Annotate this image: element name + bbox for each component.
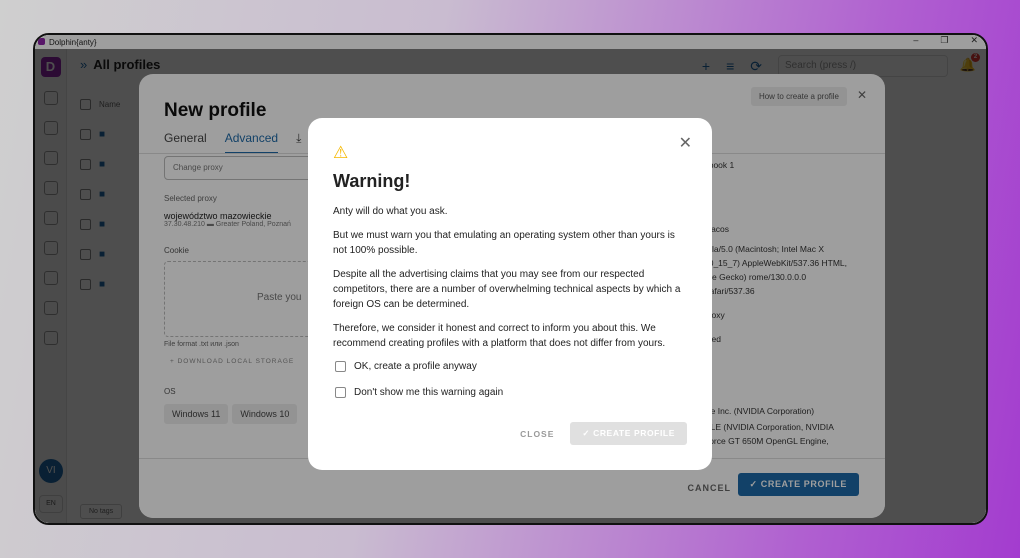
warning-text: Anty will do what you ask. <box>333 206 448 217</box>
checkbox-box[interactable] <box>335 387 346 398</box>
create-anyway-checkbox[interactable]: OK, create a profile anyway <box>335 361 687 372</box>
warning-dialog: ✕ ⚠ Warning! Anty will do what you ask. … <box>308 118 712 470</box>
warning-icon: ⚠ <box>333 143 349 162</box>
close-button[interactable]: CLOSE <box>520 429 554 439</box>
dialog-create-profile-button[interactable]: ✓ CREATE PROFILE <box>570 422 687 445</box>
dialog-title: Warning! <box>333 171 411 191</box>
close-dialog-icon[interactable]: ✕ <box>679 133 692 153</box>
checkbox-box[interactable] <box>335 361 346 372</box>
warning-text: Therefore, we consider it honest and cor… <box>333 323 666 349</box>
warning-text: Despite all the advertising claims that … <box>333 269 681 310</box>
dont-show-again-checkbox[interactable]: Don't show me this warning again <box>335 387 687 398</box>
checkbox-label: OK, create a profile anyway <box>354 361 477 372</box>
checkbox-label: Don't show me this warning again <box>354 387 504 398</box>
warning-text: But we must warn you that emulating an o… <box>333 230 675 256</box>
